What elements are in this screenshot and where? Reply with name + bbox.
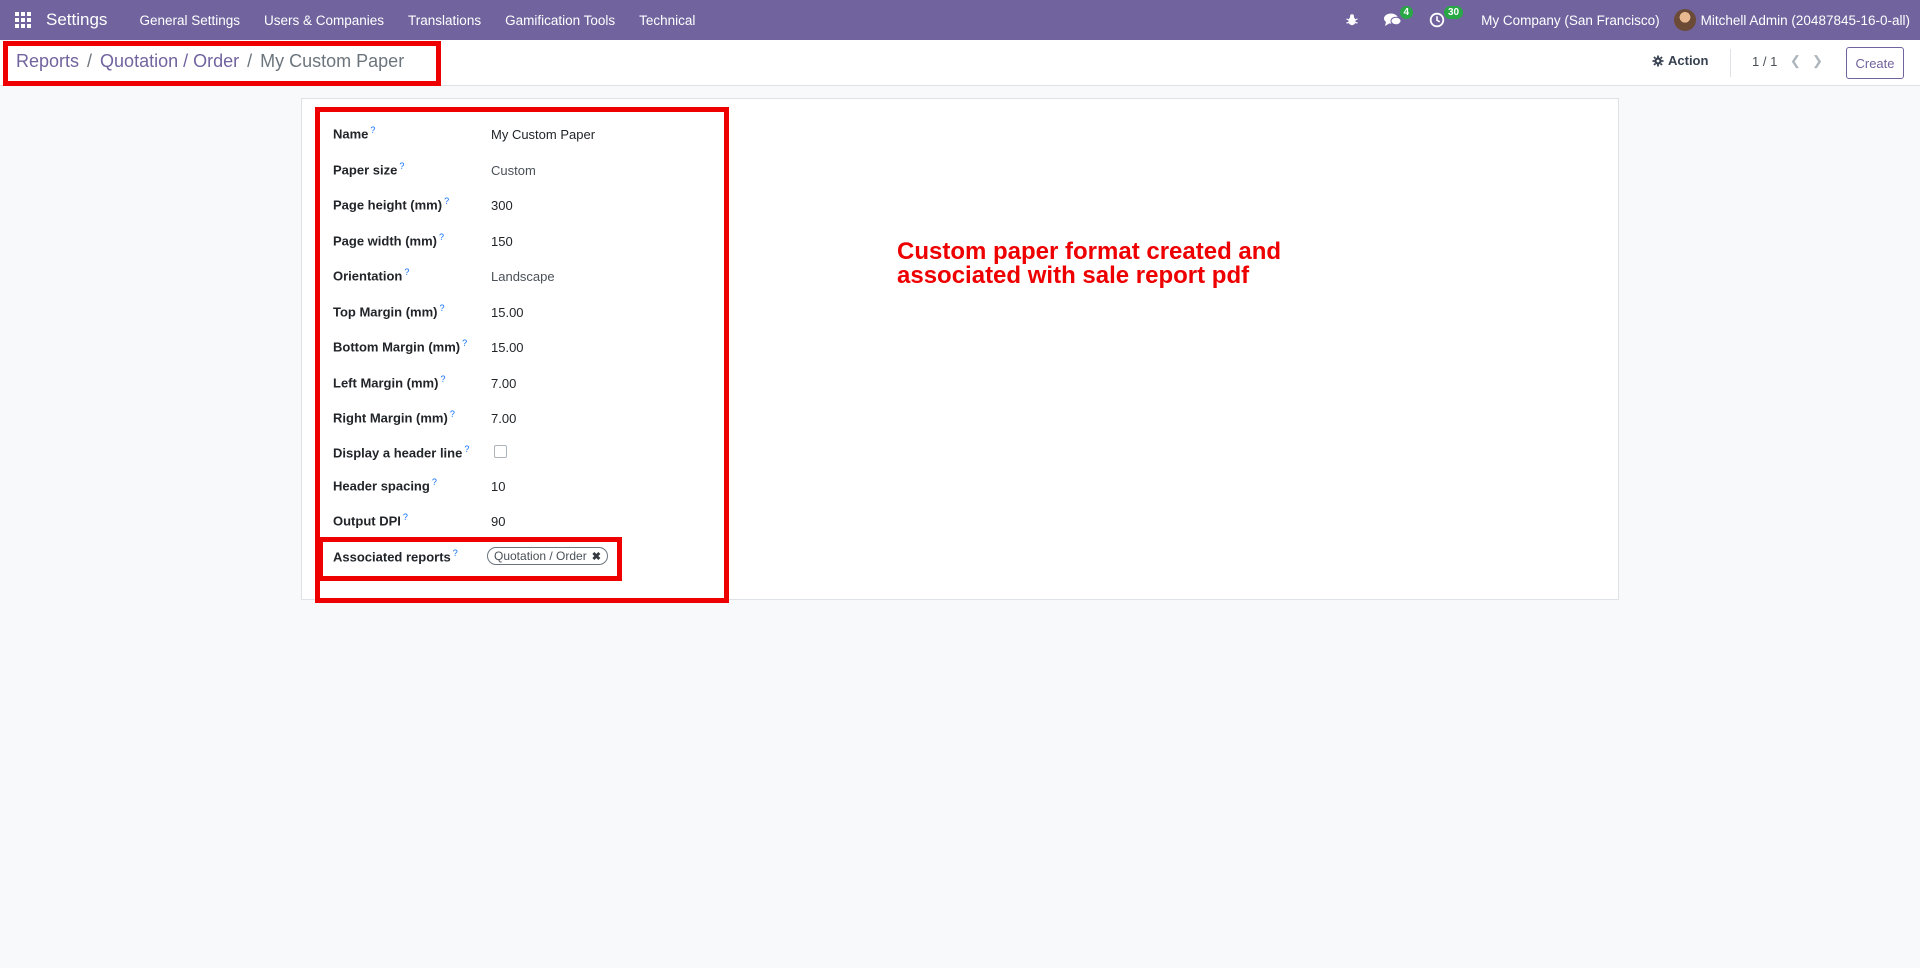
app-title[interactable]: Settings: [46, 10, 107, 30]
action-label: Action: [1668, 53, 1709, 68]
user-avatar[interactable]: [1673, 9, 1696, 31]
annotation-line-2: associated with sale report pdf: [897, 262, 1250, 289]
menu-gamification-tools[interactable]: Gamification Tools: [493, 0, 627, 40]
annotation-box-reports: [318, 537, 622, 581]
debug-bug-icon[interactable]: [1335, 0, 1369, 40]
gear-icon: [1652, 55, 1664, 66]
annotation-box-form: [315, 107, 729, 603]
messages-count-badge: 4: [1399, 6, 1414, 19]
annotation-line-1: Custom paper format created and: [897, 238, 1282, 265]
top-navbar: Settings General Settings Users & Compan…: [0, 0, 1920, 40]
messages-icon[interactable]: 4: [1373, 0, 1414, 40]
company-switcher[interactable]: My Company (San Francisco): [1465, 13, 1674, 28]
activities-count-badge: 30: [1443, 6, 1464, 19]
create-button[interactable]: Create: [1846, 47, 1904, 79]
action-menu-button[interactable]: Action: [1652, 53, 1708, 68]
pager-value[interactable]: 1 / 1: [1752, 54, 1777, 69]
menu-translations[interactable]: Translations: [396, 0, 493, 40]
divider: [1730, 49, 1731, 77]
menu-technical[interactable]: Technical: [627, 0, 707, 40]
menu-general-settings[interactable]: General Settings: [127, 0, 252, 40]
pager-next-icon[interactable]: ❯: [1812, 53, 1823, 69]
activities-clock-icon[interactable]: 30: [1419, 0, 1464, 40]
annotation-note: Custom paper format created and associat…: [897, 240, 1281, 288]
annotation-box-breadcrumb: [3, 41, 441, 86]
user-menu[interactable]: Mitchell Admin (20487845-16-0-all): [1701, 13, 1920, 28]
pager-previous-icon[interactable]: ❮: [1790, 53, 1801, 69]
menu-users-companies[interactable]: Users & Companies: [252, 0, 396, 40]
apps-menu-icon[interactable]: [0, 0, 46, 40]
